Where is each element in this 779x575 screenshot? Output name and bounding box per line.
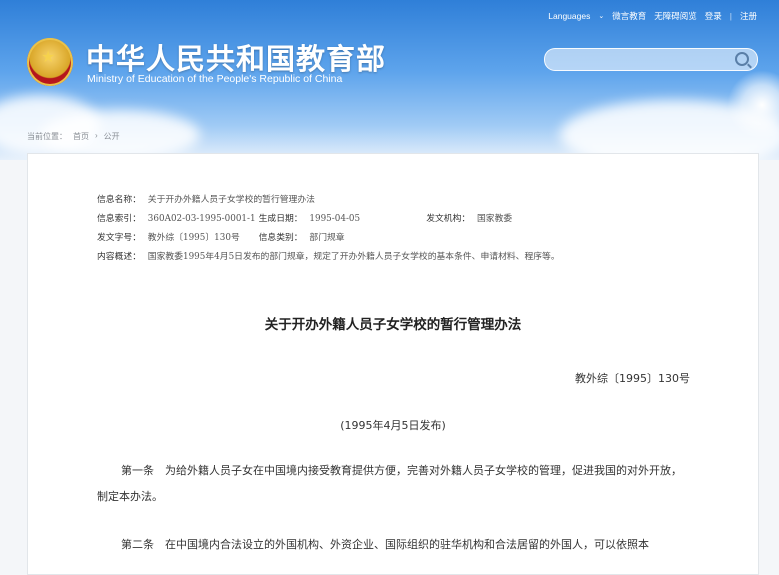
- category-value: 部门规章: [309, 233, 345, 243]
- document-metadata: 信息名称： 关于开办外籍人员子女学校的暂行管理办法 信息索引： 360A02-0…: [97, 192, 560, 268]
- languages-menu[interactable]: Languages: [548, 11, 590, 21]
- publish-date: (1995年4月5日发布): [340, 419, 446, 432]
- summary-label: 内容概述：: [97, 252, 141, 262]
- top-navigation: Languages ⌄ 微言教育 无障碍阅览 登录 | 注册: [548, 10, 757, 22]
- site-subtitle: Ministry of Education of the People's Re…: [87, 73, 343, 85]
- content-panel: 信息名称： 关于开办外籍人员子女学校的暂行管理办法 信息索引： 360A02-0…: [27, 153, 759, 575]
- docno-value: 教外综〔1995〕130号: [147, 233, 240, 243]
- chevron-down-icon[interactable]: ⌄: [598, 12, 604, 20]
- index-value: 360A02-03-1995-0001-1: [147, 214, 256, 224]
- agency-label: 发文机构：: [426, 214, 471, 224]
- login-link[interactable]: 登录: [705, 10, 722, 22]
- name-value: 关于开办外籍人员子女学校的暂行管理办法: [147, 195, 315, 205]
- site-header: ★ 中华人民共和国教育部 Ministry of Education of th…: [0, 0, 779, 160]
- star-icon: ★: [41, 47, 56, 66]
- article-paragraph: 第一条 为给外籍人员子女在中国境内接受教育提供方便，完善对外籍人员子女学校的管理…: [97, 464, 682, 503]
- site-title[interactable]: 中华人民共和国教育部: [86, 36, 386, 78]
- name-label: 信息名称：: [97, 195, 141, 205]
- index-label: 信息索引：: [97, 214, 141, 224]
- breadcrumb-current[interactable]: 公开: [104, 131, 120, 142]
- category-label: 信息类别：: [258, 233, 303, 243]
- weibo-link[interactable]: 微言教育: [612, 10, 646, 22]
- date-value: 1995-04-05: [309, 214, 361, 224]
- document-number: 教外综〔1995〕130号: [575, 372, 690, 385]
- search-icon[interactable]: [735, 52, 749, 66]
- accessibility-link[interactable]: 无障碍阅览: [654, 10, 697, 22]
- search-box: [544, 48, 758, 71]
- breadcrumb-separator: ›: [95, 131, 98, 140]
- breadcrumb-prefix: 当前位置：: [27, 132, 67, 141]
- register-link[interactable]: 注册: [740, 10, 757, 22]
- search-input[interactable]: [555, 51, 729, 69]
- nav-divider: |: [729, 11, 732, 21]
- agency-value: 国家教委: [476, 214, 513, 224]
- docno-label: 发文字号：: [97, 233, 141, 243]
- summary-value: 国家教委1995年4月5日发布的部门规章，规定了开办外籍人员子女学校的基本条件、…: [147, 252, 560, 262]
- article-paragraph: 第二条 在中国境内合法设立的外国机构、外资企业、国际组织的驻华机构和合法居留的外…: [121, 538, 649, 551]
- breadcrumb: 当前位置： 首页 › 公开: [27, 131, 120, 142]
- document-title: 关于开办外籍人员子女学校的暂行管理办法: [264, 317, 522, 333]
- breadcrumb-home[interactable]: 首页: [73, 131, 89, 142]
- national-emblem-logo: ★: [27, 38, 73, 86]
- date-label: 生成日期：: [258, 214, 303, 224]
